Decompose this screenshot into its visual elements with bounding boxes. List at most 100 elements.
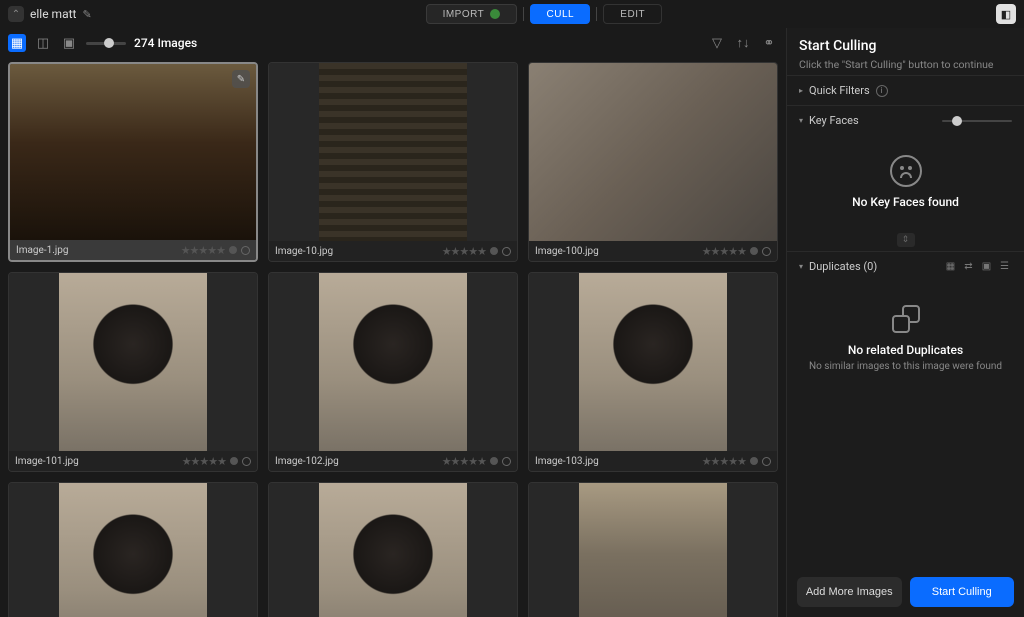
collapse-icon: ▸: [799, 86, 803, 95]
key-faces-header[interactable]: ▾ Key Faces: [787, 106, 1024, 135]
image-preview: [59, 273, 208, 451]
flag-ring-icon[interactable]: [762, 247, 771, 256]
color-label-dot[interactable]: [750, 247, 758, 255]
flag-ring-icon[interactable]: [502, 247, 511, 256]
filename: Image-101.jpg: [15, 456, 178, 467]
image-count: 274 Images: [134, 36, 197, 50]
cull-button[interactable]: CULL: [530, 4, 590, 24]
grid-panel: ▦ ◫ ▣ 274 Images ▽ ↑↓ ⚭ ✎ Image-1.jpg ★★★★…: [0, 28, 786, 617]
image-grid: ✎Image-1.jpg★★★★★Image-10.jpg★★★★★Image-…: [0, 58, 786, 617]
quick-filters-section: ▸ Quick Filters i: [787, 75, 1024, 105]
project-header: ⌃ elle matt ✎: [8, 6, 92, 22]
main-area: ▦ ◫ ▣ 274 Images ▽ ↑↓ ⚭ ✎ Image-1.jpg ★★★★…: [0, 28, 1024, 617]
rating-stars[interactable]: ★★★★★: [702, 455, 746, 468]
sort-icon[interactable]: ↑↓: [734, 34, 752, 52]
image-cell[interactable]: Image-101.jpg ★★★★★: [8, 272, 258, 472]
color-label-dot[interactable]: [490, 247, 498, 255]
rating-stars[interactable]: ★★★★★: [702, 245, 746, 258]
color-label-dot[interactable]: [490, 457, 498, 465]
image-cell[interactable]: ✎ Image-1.jpg ★★★★★: [8, 62, 258, 262]
flag-ring-icon[interactable]: [241, 246, 250, 255]
compare-view-icon[interactable]: ▣: [60, 34, 78, 52]
rating-stars[interactable]: ★★★★★: [182, 455, 226, 468]
top-right-tools: ◧: [996, 4, 1016, 24]
import-button[interactable]: IMPORT: [426, 4, 518, 24]
duplicates-label: Duplicates (0): [809, 260, 877, 273]
color-label-dot[interactable]: [229, 246, 237, 254]
color-label-dot[interactable]: [230, 457, 238, 465]
grid-view-icon[interactable]: ▦: [8, 34, 26, 52]
image-preview: [319, 483, 468, 617]
image-preview: [59, 483, 208, 617]
key-faces-slider[interactable]: [942, 120, 1012, 122]
image-cell[interactable]: ★★★★★: [528, 482, 778, 617]
cell-footer: Image-10.jpg ★★★★★: [269, 241, 517, 261]
dup-grid-icon[interactable]: ▦: [943, 260, 958, 273]
filename: Image-102.jpg: [275, 456, 438, 467]
panel-toggle-icon[interactable]: ◧: [996, 4, 1016, 24]
dup-swap-icon[interactable]: ⇄: [961, 260, 976, 273]
edit-project-icon[interactable]: ✎: [82, 8, 91, 21]
quick-filters-label: Quick Filters: [809, 84, 870, 97]
duplicates-header[interactable]: ▾ Duplicates (0) ▦ ⇄ ▣ ☰: [787, 252, 1024, 281]
edit-button[interactable]: EDIT: [603, 4, 662, 24]
image-cell[interactable]: Image-10.jpg ★★★★★: [268, 62, 518, 262]
image-preview: [10, 64, 256, 240]
thumbnail-size-slider[interactable]: [86, 42, 126, 45]
flag-ring-icon[interactable]: [762, 457, 771, 466]
image-preview: [579, 273, 728, 451]
duplicates-body: No related Duplicates No similar images …: [787, 281, 1024, 392]
image-cell[interactable]: Image-102.jpg ★★★★★: [268, 272, 518, 472]
info-icon[interactable]: i: [876, 85, 888, 97]
duplicates-empty-sub: No similar images to this image were fou…: [799, 361, 1012, 372]
duplicates-icon: [892, 305, 920, 333]
thumbnail[interactable]: [529, 63, 777, 241]
image-cell[interactable]: Image-103.jpg★★★★★: [528, 272, 778, 472]
flag-ring-icon[interactable]: [502, 457, 511, 466]
dup-list-icon[interactable]: ☰: [997, 260, 1012, 273]
single-view-icon[interactable]: ◫: [34, 34, 52, 52]
key-faces-section: ▾ Key Faces No Key Faces found: [787, 105, 1024, 229]
thumbnail[interactable]: [269, 483, 517, 617]
duplicates-empty-title: No related Duplicates: [799, 343, 1012, 357]
add-more-button[interactable]: Add More Images: [797, 577, 902, 607]
image-cell[interactable]: Image-100.jpg ★★★★★: [528, 62, 778, 262]
quick-filters-header[interactable]: ▸ Quick Filters i: [787, 76, 1024, 105]
thumbnail[interactable]: [9, 483, 257, 617]
cell-footer: Image-101.jpg ★★★★★: [9, 451, 257, 471]
expand-icon: ▾: [799, 262, 803, 271]
image-cell[interactable]: ★★★★★: [268, 482, 518, 617]
duplicates-section: ▾ Duplicates (0) ▦ ⇄ ▣ ☰ No related Dupl…: [787, 251, 1024, 392]
color-label-dot[interactable]: [750, 457, 758, 465]
resize-handle[interactable]: ⇕: [787, 229, 1024, 251]
thumbnail[interactable]: ✎: [10, 64, 256, 240]
filename: Image-1.jpg: [16, 245, 177, 256]
cell-footer: Image-103.jpg★★★★★: [529, 451, 777, 471]
sidebar-subtitle: Click the "Start Culling" button to cont…: [799, 58, 1012, 71]
link-icon[interactable]: ⚭: [760, 34, 778, 52]
thumbnail[interactable]: [529, 273, 777, 451]
sidebar-title: Start Culling: [799, 38, 1012, 54]
image-cell[interactable]: ★★★★★: [8, 482, 258, 617]
thumbnail[interactable]: [269, 63, 517, 241]
rating-stars[interactable]: ★★★★★: [442, 245, 486, 258]
filename: Image-100.jpg: [535, 246, 698, 257]
thumbnail[interactable]: [9, 273, 257, 451]
image-preview: [319, 273, 468, 451]
rating-stars[interactable]: ★★★★★: [442, 455, 486, 468]
edit-badge-icon[interactable]: ✎: [232, 70, 250, 88]
filename: Image-10.jpg: [275, 246, 438, 257]
thumbnail[interactable]: [529, 483, 777, 617]
dup-compare-icon[interactable]: ▣: [979, 260, 994, 273]
key-faces-empty: No Key Faces found: [799, 195, 1012, 209]
thumbnail[interactable]: [269, 273, 517, 451]
image-preview: [319, 63, 468, 241]
cell-footer: Image-102.jpg ★★★★★: [269, 451, 517, 471]
back-chevron-icon[interactable]: ⌃: [8, 6, 24, 22]
flag-ring-icon[interactable]: [242, 457, 251, 466]
rating-stars[interactable]: ★★★★★: [181, 244, 225, 257]
start-culling-button[interactable]: Start Culling: [910, 577, 1015, 607]
filter-icon[interactable]: ▽: [708, 34, 726, 52]
expand-icon: ▾: [799, 116, 803, 125]
image-preview: [579, 483, 728, 617]
